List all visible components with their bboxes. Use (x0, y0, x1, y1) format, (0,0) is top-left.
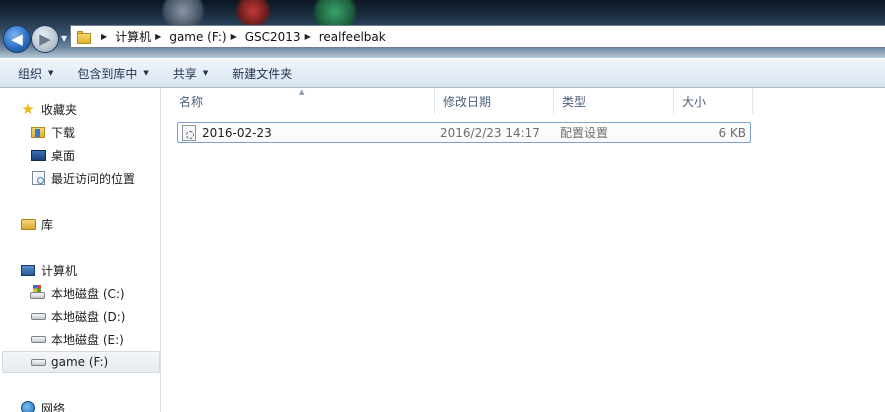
nav-favorites[interactable]: ★ 收藏夹 (0, 98, 160, 120)
title-bar: ◀ ▶ ▼ ▶ 计算机 ▶ game (F:) ▶ GSC2013 ▶ real… (0, 0, 885, 58)
recent-places-icon (30, 170, 46, 186)
share-button[interactable]: 共享 ▼ (164, 62, 217, 84)
nav-drive-e-label: 本地磁盘 (E:) (51, 332, 124, 347)
command-bar: 组织 ▼ 包含到库中 ▼ 共享 ▼ 新建文件夹 (0, 58, 885, 88)
drive-icon (30, 308, 46, 324)
breadcrumb-separator[interactable]: ▶ (101, 32, 107, 41)
navigation-pane: ★ 收藏夹 下载 桌面 最近访问的位置 库 计算机 本地磁盘 (C:) 本地磁盘… (0, 88, 161, 412)
nav-downloads-label: 下载 (51, 125, 76, 140)
nav-libraries[interactable]: 库 (0, 213, 160, 235)
file-row[interactable]: 2016-02-23 2016/2/23 14:17 配置设置 6 KB (177, 122, 751, 143)
column-header-size-label: 大小 (682, 94, 707, 109)
drive-icon (30, 331, 46, 347)
breadcrumb-drive-f[interactable]: game (F:) (169, 30, 226, 44)
chevron-down-icon: ▼ (143, 69, 149, 77)
breadcrumb-separator[interactable]: ▶ (305, 32, 311, 41)
column-header-date-label: 修改日期 (443, 94, 492, 109)
system-drive-icon (30, 285, 46, 301)
include-in-library-button[interactable]: 包含到库中 ▼ (68, 62, 157, 84)
column-header-date[interactable]: 修改日期 (435, 88, 554, 114)
nav-recent-places[interactable]: 最近访问的位置 (0, 167, 160, 189)
desktop-icon (30, 147, 46, 163)
nav-libraries-label: 库 (41, 217, 54, 232)
breadcrumb-separator[interactable]: ▶ (155, 32, 161, 41)
chevron-down-icon: ▼ (48, 69, 54, 77)
desktop-background (160, 0, 206, 28)
file-date: 2016/2/23 14:17 (440, 125, 540, 140)
column-header-type-label: 类型 (562, 94, 587, 109)
nav-computer-label: 计算机 (41, 263, 78, 278)
column-header-size[interactable]: 大小 (674, 88, 753, 114)
organize-label: 组织 (18, 66, 43, 81)
folder-icon (77, 30, 91, 44)
config-file-icon (182, 124, 196, 141)
breadcrumb-separator[interactable]: ▶ (231, 32, 237, 41)
new-folder-label: 新建文件夹 (232, 66, 293, 81)
drive-icon (30, 354, 46, 370)
back-arrow-icon: ◀ (11, 30, 23, 48)
nav-favorites-label: 收藏夹 (41, 102, 78, 117)
column-header-name-label: 名称 (179, 94, 204, 109)
nav-network-label: 网络 (41, 401, 66, 412)
nav-drive-f-label: game (F:) (51, 355, 109, 369)
downloads-folder-icon (30, 124, 46, 140)
new-folder-button[interactable]: 新建文件夹 (223, 62, 301, 84)
forward-button[interactable]: ▶ (31, 25, 59, 53)
include-in-library-label: 包含到库中 (77, 66, 138, 81)
library-icon (20, 216, 36, 232)
nav-recent-label: 最近访问的位置 (51, 171, 136, 186)
column-header-type[interactable]: 类型 (554, 88, 674, 114)
chevron-down-icon: ▼ (202, 69, 209, 77)
star-icon: ★ (21, 100, 35, 118)
column-header-name[interactable]: 名称 (171, 88, 435, 114)
nav-drive-c-label: 本地磁盘 (C:) (51, 286, 125, 301)
nav-drive-f[interactable]: game (F:) (2, 351, 160, 373)
nav-drive-d[interactable]: 本地磁盘 (D:) (0, 305, 160, 327)
organize-button[interactable]: 组织 ▼ (9, 62, 62, 84)
nav-drive-c[interactable]: 本地磁盘 (C:) (0, 282, 160, 304)
nav-desktop[interactable]: 桌面 (0, 144, 160, 166)
desktop-background (234, 0, 272, 26)
breadcrumb-realfeelbak[interactable]: realfeelbak (319, 30, 386, 44)
network-icon (20, 400, 36, 412)
nav-drive-e[interactable]: 本地磁盘 (E:) (0, 328, 160, 350)
recent-pages-dropdown[interactable]: ▼ (61, 34, 67, 43)
file-size: 6 KB (718, 125, 746, 140)
forward-arrow-icon: ▶ (39, 30, 51, 48)
breadcrumb-gsc2013[interactable]: GSC2013 (245, 30, 301, 44)
computer-icon (20, 262, 36, 278)
file-type: 配置设置 (560, 126, 609, 140)
nav-drive-d-label: 本地磁盘 (D:) (51, 309, 126, 324)
nav-downloads[interactable]: 下载 (0, 121, 160, 143)
file-name-cell: 2016-02-23 (182, 123, 272, 142)
breadcrumb-computer[interactable]: 计算机 (115, 28, 151, 45)
nav-network[interactable]: 网络 (0, 397, 160, 412)
address-bar[interactable]: ▶ 计算机 ▶ game (F:) ▶ GSC2013 ▶ realfeelba… (70, 25, 885, 48)
share-label: 共享 (172, 66, 197, 81)
nav-computer[interactable]: 计算机 (0, 259, 160, 281)
file-list-pane: ▲ 名称 修改日期 类型 大小 2016-02-23 2016/2/23 14:… (162, 88, 885, 412)
nav-desktop-label: 桌面 (51, 148, 76, 163)
back-button[interactable]: ◀ (3, 25, 31, 53)
file-name: 2016-02-23 (202, 125, 272, 140)
column-headers: ▲ 名称 修改日期 类型 大小 (162, 88, 885, 114)
